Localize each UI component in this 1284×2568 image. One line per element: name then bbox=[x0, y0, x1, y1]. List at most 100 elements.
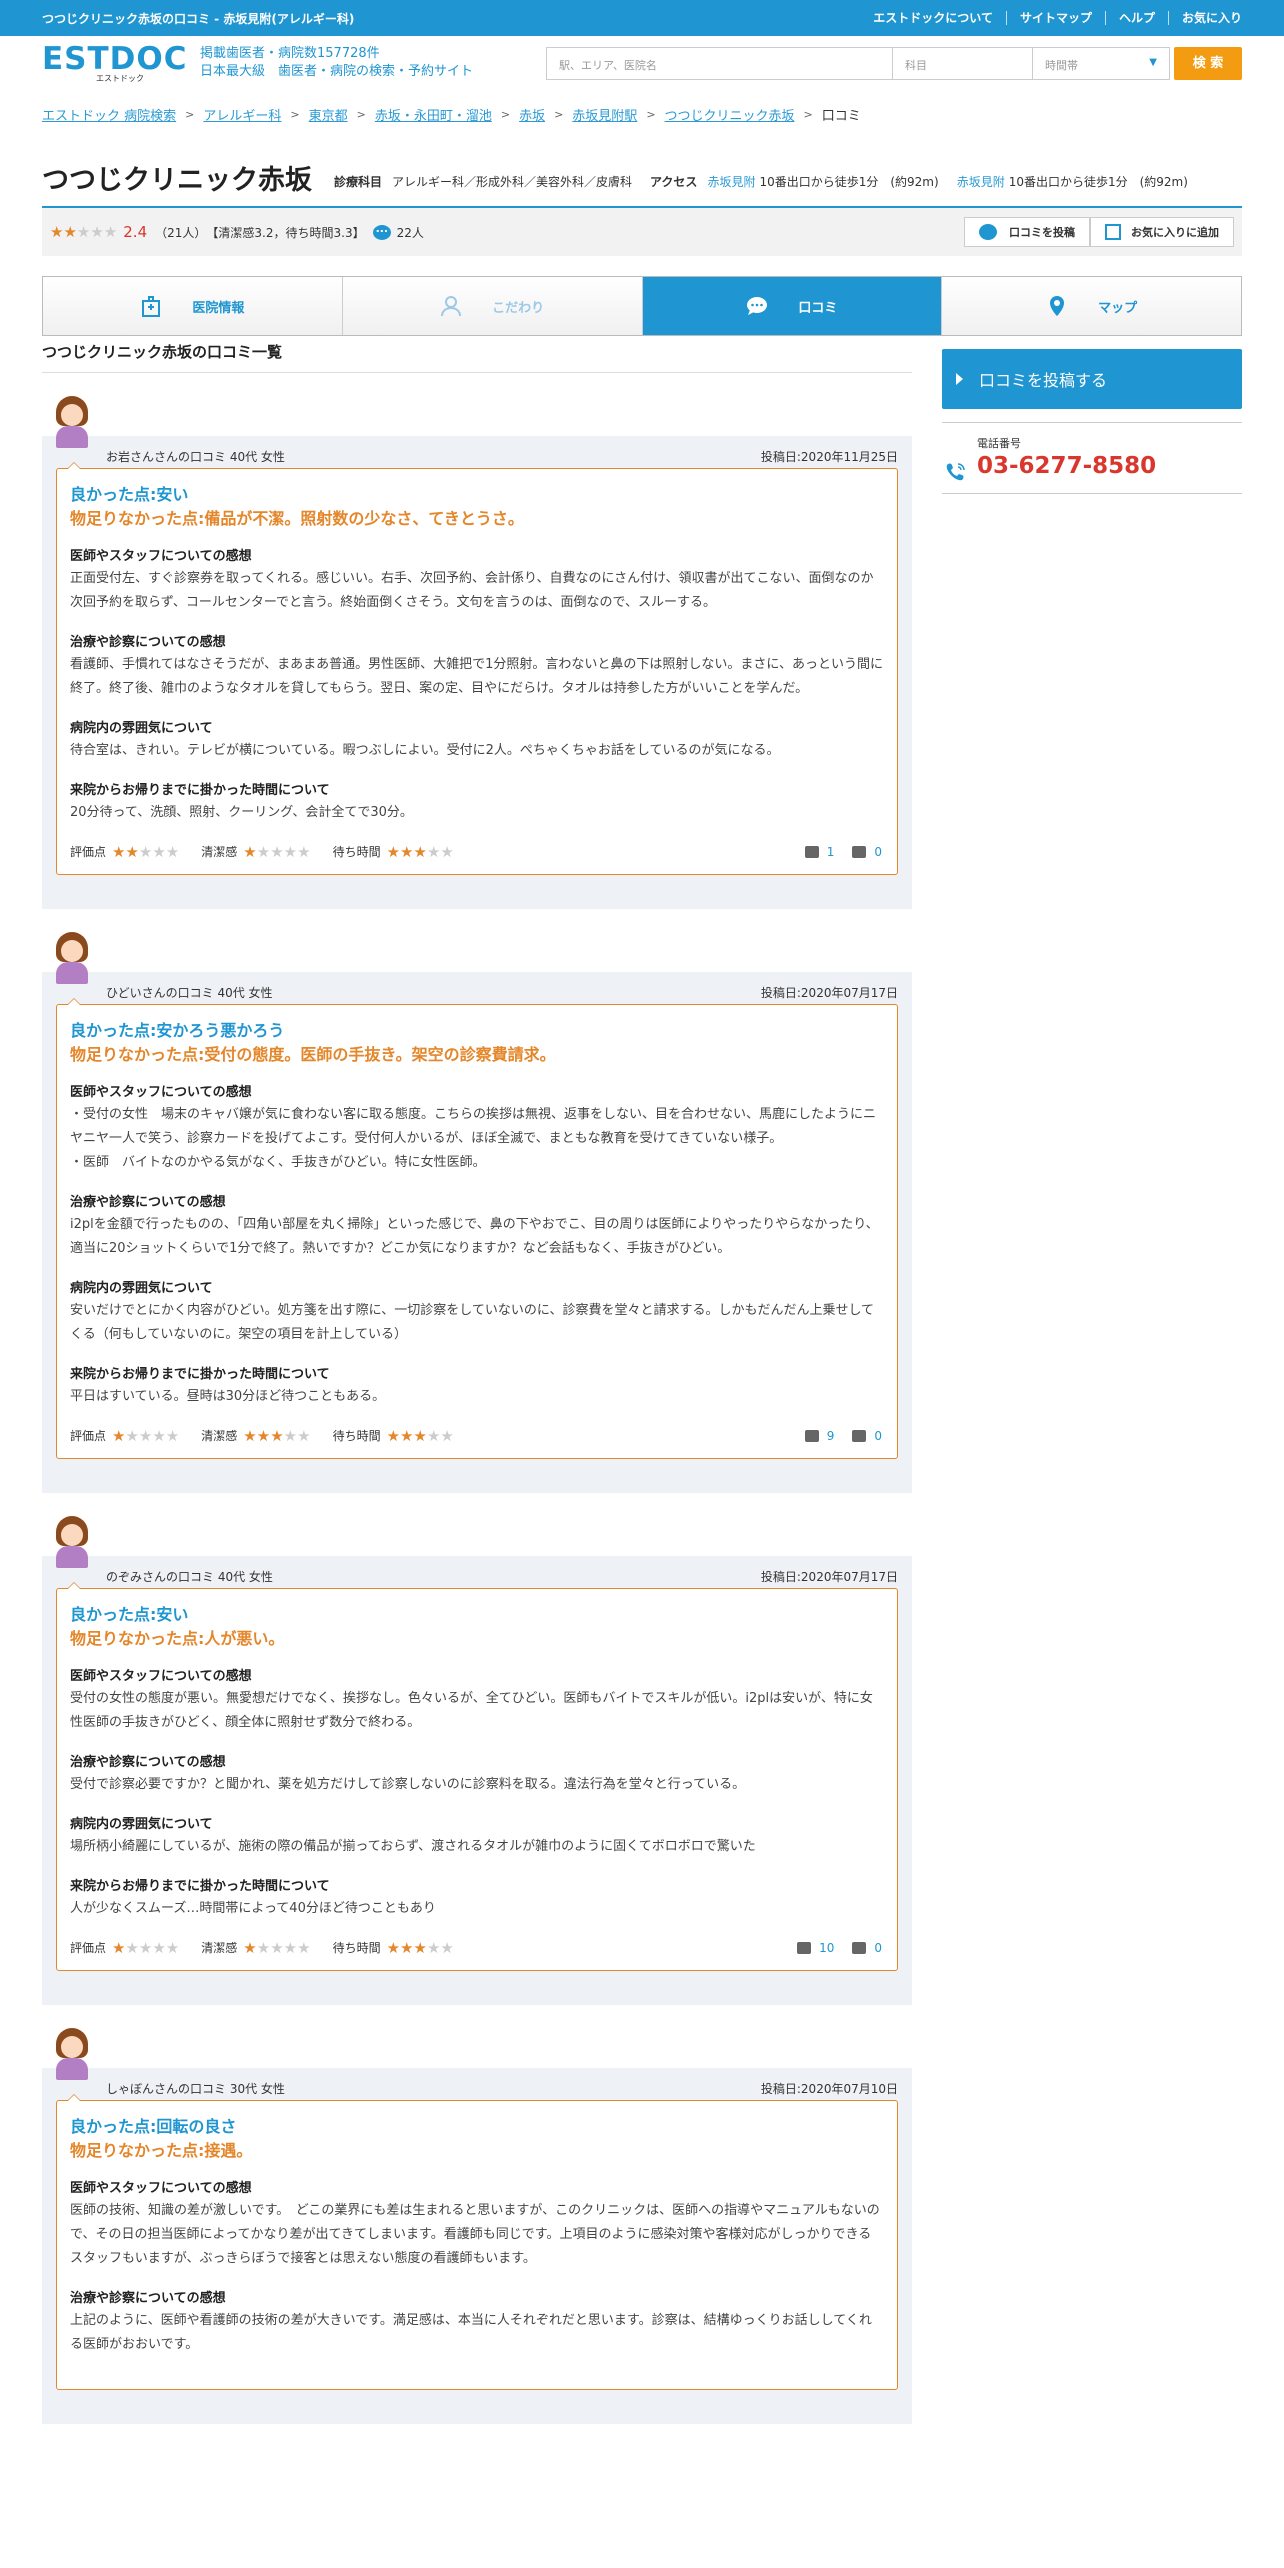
tab-features[interactable]: こだわり bbox=[341, 277, 642, 335]
star-icon: ★ bbox=[386, 1938, 401, 1957]
breadcrumb-item[interactable]: 赤坂見附駅 bbox=[572, 105, 637, 124]
star-icon: ★ bbox=[165, 842, 180, 861]
reviews-column: つつじクリニック赤坂の口コミ一覧 お岩さんさんの口コミ 40代 女性 投稿日:20… bbox=[42, 341, 912, 2424]
star-icon: ★ bbox=[243, 842, 257, 861]
star-icon: ★ bbox=[50, 223, 64, 241]
breadcrumb-item[interactable]: つつじクリニック赤坂 bbox=[665, 105, 795, 124]
arrow-right-icon bbox=[956, 373, 963, 385]
score-label: 評価点 bbox=[70, 1429, 107, 1443]
breadcrumb-separator: > bbox=[290, 107, 300, 121]
star-icon: ★ bbox=[400, 1938, 414, 1957]
star-icon: ★ bbox=[125, 1426, 139, 1445]
star-icon: ★ bbox=[165, 1426, 180, 1445]
breadcrumb-item[interactable]: アレルギー科 bbox=[203, 105, 281, 124]
phone-label: 電話番号 bbox=[977, 437, 1021, 450]
tab-label: 口コミ bbox=[798, 300, 838, 316]
star-icon: ★ bbox=[103, 223, 118, 241]
nav-about[interactable]: エストドックについて bbox=[860, 11, 1006, 25]
tab-label: こだわり bbox=[492, 300, 545, 316]
star-icon: ★ bbox=[138, 1426, 153, 1445]
review-author: ひどいさんの口コミ 40代 女性 bbox=[106, 985, 273, 1000]
breadcrumb-item[interactable]: 東京都 bbox=[309, 105, 348, 124]
phone-box: 電話番号 03-6277-8580 bbox=[942, 422, 1242, 494]
star-icon: ★ bbox=[270, 1426, 284, 1445]
star-icon: ★ bbox=[112, 842, 126, 861]
score-label: 評価点 bbox=[70, 845, 107, 859]
question-heading: 病院内の雰囲気について bbox=[70, 1817, 213, 1832]
thumbs-up-icon[interactable] bbox=[804, 1429, 819, 1442]
unhelpful-count: 0 bbox=[874, 1940, 882, 1955]
wait-label: 待ち時間 bbox=[332, 845, 381, 859]
star-icon: ★ bbox=[386, 842, 401, 861]
thumbs-down-icon[interactable] bbox=[852, 845, 867, 858]
star-icon: ★ bbox=[400, 842, 414, 861]
review-count: （21人） bbox=[155, 225, 207, 240]
review-author: しゃぼんさんの口コミ 30代 女性 bbox=[106, 2081, 285, 2096]
review-bad-point: 物足りなかった点:接遇。 bbox=[70, 2141, 253, 2160]
review-good-point: 良かった点:安かろう悪かろう bbox=[70, 1021, 285, 1040]
subject-input[interactable]: 科目 bbox=[892, 46, 1032, 80]
star-icon: ★ bbox=[152, 842, 166, 861]
nav-help[interactable]: ヘルプ bbox=[1104, 11, 1168, 25]
station-link[interactable]: 赤坂見附 bbox=[707, 175, 755, 189]
map-pin-icon bbox=[1050, 296, 1065, 316]
answer-text: 受付で診察必要ですか？と聞かれ、薬を処方だけして診察しないのに診察料を取る。違法… bbox=[70, 1777, 746, 1792]
tab-reviews[interactable]: 口コミ bbox=[641, 277, 942, 335]
tab-map[interactable]: マップ bbox=[941, 277, 1241, 335]
comment-icon bbox=[372, 222, 391, 240]
answer-text: 場所柄小綺麗にしているが、施術の際の備品が揃っておらず、渡されるタオルが雑巾のよ… bbox=[70, 1839, 756, 1854]
review-meta: ひどいさんの口コミ 40代 女性 投稿日:2020年07月17日 bbox=[56, 980, 898, 1004]
votes: 90 bbox=[804, 1429, 884, 1443]
wait-label: 待ち時間 bbox=[332, 1429, 381, 1443]
access-label: アクセス bbox=[650, 175, 698, 189]
nav-favorites[interactable]: お気に入り bbox=[1167, 11, 1242, 25]
star-icon: ★ bbox=[112, 1426, 126, 1445]
search-input[interactable]: 駅、エリア、医院名 bbox=[546, 46, 892, 80]
post-review-side-button[interactable]: 口コミを投稿する bbox=[942, 349, 1242, 409]
thumbs-up-icon[interactable] bbox=[797, 1941, 812, 1954]
search-button[interactable]: 検 索 bbox=[1174, 46, 1242, 80]
star-icon: ★ bbox=[413, 1426, 427, 1445]
clinic-header: つつじクリニック赤坂 診療科目 アレルギー科／形成外科／美容外科／皮膚科 アクセ… bbox=[42, 164, 1242, 196]
sidebar: 口コミを投稿する 電話番号 03-6277-8580 bbox=[942, 349, 1242, 494]
time-select[interactable]: 時間帯 ▼ bbox=[1032, 46, 1170, 80]
thumbs-up-icon[interactable] bbox=[804, 845, 819, 858]
rating-stars: ★ ★ ★ ★ ★ bbox=[50, 223, 118, 241]
answer-text: 人が少なくスムーズ…時間帯によって40分ほど待つこともあり bbox=[70, 1901, 436, 1916]
clinic-info: 診療科目 アレルギー科／形成外科／美容外科／皮膚科 アクセス 赤坂見附 10番出… bbox=[334, 175, 1188, 196]
thumbs-down-icon[interactable] bbox=[852, 1429, 867, 1442]
star-icon: ★ bbox=[152, 1938, 166, 1957]
chevron-down-icon: ▼ bbox=[1149, 56, 1157, 68]
tab-clinic-info[interactable]: 医院情報 bbox=[43, 277, 342, 335]
breadcrumb-item[interactable]: エストドック 病院検索 bbox=[42, 105, 176, 124]
review-good-point: 良かった点:安い bbox=[70, 1605, 189, 1624]
question-heading: 医師やスタッフについての感想 bbox=[70, 1085, 252, 1100]
review-scores: 評価点 ★ ★ ★ ★ ★ 清潔感 ★ ★ ★ ★ ★ 待ち時間 ★ ★ ★ ★ ★ 10 0 bbox=[70, 1939, 884, 1956]
post-review-button[interactable]: 口コミを投稿 bbox=[964, 217, 1090, 247]
phone-number[interactable]: 03-6277-8580 bbox=[977, 453, 1242, 479]
page-heading: つつじクリニック赤坂の口コミ - 赤坂見附(アレルギー科) bbox=[42, 11, 355, 26]
review-body: 良かった点:回転の良さ 物足りなかった点:接遇。 医師やスタッフについての感想 医師の… bbox=[56, 2094, 898, 2390]
star-icon: ★ bbox=[270, 1938, 284, 1957]
review-body: 良かった点:安い 物足りなかった点:備品が不潔。照射数の少なさ、てきとうさ。 医師や… bbox=[56, 462, 898, 875]
nav-sitemap[interactable]: サイトマップ bbox=[1005, 11, 1105, 25]
breadcrumb-item[interactable]: 赤坂 bbox=[519, 105, 545, 124]
star-icon: ★ bbox=[386, 1426, 401, 1445]
logo[interactable]: ESTDOC エストドック bbox=[42, 43, 187, 83]
score-stars: ★ ★ ★ ★ ★ bbox=[112, 842, 180, 861]
station-link[interactable]: 赤坂見附 bbox=[957, 175, 1005, 189]
clean-stars: ★ ★ ★ ★ ★ bbox=[243, 1938, 310, 1957]
clinic-name: つつじクリニック赤坂 bbox=[42, 165, 312, 196]
question-heading: 治療や診察についての感想 bbox=[70, 635, 226, 650]
clean-label: 清潔感 bbox=[201, 1429, 238, 1443]
add-favorite-button[interactable]: お気に入りに追加 bbox=[1090, 217, 1234, 247]
breadcrumb-item[interactable]: 赤坂・永田町・溜池 bbox=[375, 105, 492, 124]
section-title: つつじクリニック赤坂の口コミ一覧 bbox=[42, 341, 912, 373]
question-heading: 医師やスタッフについての感想 bbox=[70, 549, 252, 564]
search-form: 駅、エリア、医院名 科目 時間帯 ▼ 検 索 bbox=[546, 46, 1242, 80]
phone-icon bbox=[946, 463, 965, 481]
thumbs-down-icon[interactable] bbox=[852, 1941, 867, 1954]
star-icon: ★ bbox=[297, 842, 311, 861]
dept-label: 診療科目 bbox=[334, 175, 383, 189]
review-scores: 評価点 ★ ★ ★ ★ ★ 清潔感 ★ ★ ★ ★ ★ 待ち時間 ★ ★ ★ ★ ★ 1 0 bbox=[70, 843, 884, 860]
